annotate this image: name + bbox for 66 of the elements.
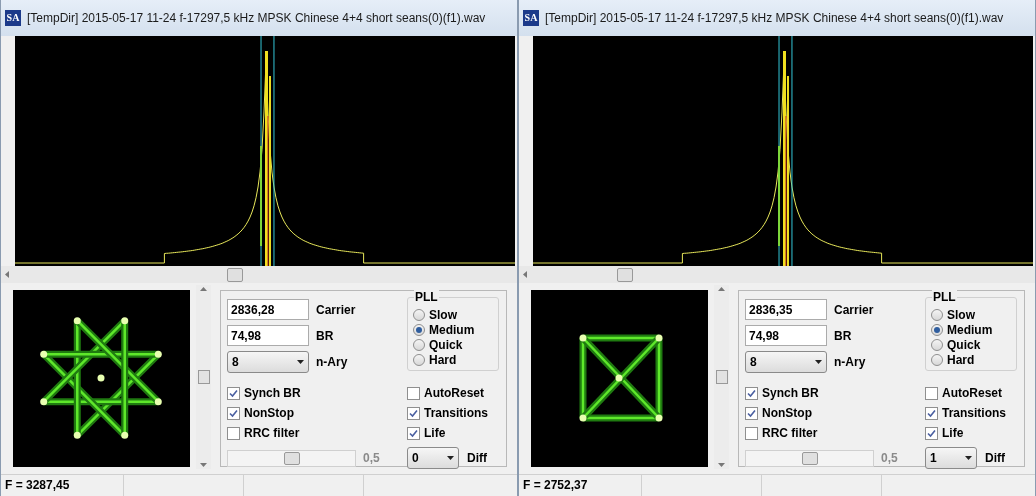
radio-option[interactable]: Quick [413,337,493,352]
scroll-thumb[interactable] [197,370,210,384]
group-title: PLL [932,290,957,304]
scroll-down-arrow-icon[interactable] [200,463,207,467]
number-field[interactable]: 74,98 [745,325,827,346]
scroll-thumb[interactable] [227,267,243,282]
app-logo: SA [523,10,539,26]
checkbox[interactable]: Life [407,423,499,443]
field-label: Carrier [316,301,356,319]
checkbox[interactable]: Synch BR [227,383,407,403]
scroll-thumb[interactable] [617,267,633,282]
scroll-left-arrow-icon[interactable] [523,271,527,278]
number-field[interactable]: 2836,35 [745,299,827,320]
checkbox[interactable]: RRC filter [745,423,925,443]
checkbox[interactable]: Transitions [407,403,499,423]
horizontal-scrollbar[interactable] [519,266,1035,283]
number-field[interactable]: 74,98 [227,325,309,346]
radio-option[interactable]: Hard [931,352,1011,367]
dropdown[interactable]: 1 [925,447,977,469]
checkbox[interactable]: AutoReset [925,383,1017,403]
slider-reading: 0,5 [881,450,898,467]
radio-option[interactable]: Medium [931,322,1011,337]
radio-option[interactable]: Slow [931,307,1011,322]
field-label: BR [834,327,852,345]
dropdown[interactable]: 8 [745,351,827,373]
checkbox[interactable]: Synch BR [745,383,925,403]
status-text: F = 2752,37 [519,475,642,496]
scroll-up-arrow-icon[interactable] [718,287,725,291]
caret-icon [297,360,304,364]
field-label: Diff [985,450,1005,467]
checkbox[interactable]: Life [925,423,1017,443]
level-slider[interactable] [227,449,356,467]
caret-icon [815,360,822,364]
field-label: n-Ary [316,354,348,371]
status-text: F = 3287,45 [1,475,124,496]
radio-option[interactable]: Medium [413,322,493,337]
scroll-up-arrow-icon[interactable] [200,287,207,291]
group-title: PLL [414,290,439,304]
scroll-thumb[interactable] [715,370,728,384]
radio-option[interactable]: Quick [931,337,1011,352]
radio-option[interactable]: Slow [413,307,493,322]
checkbox[interactable]: Transitions [925,403,1017,423]
window-title: [TempDir] 2015-05-17 11-24 f-17297,5 kHz MPSK Chinese 4+4 short seans(0)(f1).wav [545,10,1004,27]
vertical-scrollbar[interactable] [196,285,211,469]
field-label: n-Ary [834,354,866,371]
horizontal-scrollbar[interactable] [1,266,517,283]
scroll-down-arrow-icon[interactable] [718,463,725,467]
radio-option[interactable]: Hard [413,352,493,367]
window-title: [TempDir] 2015-05-17 11-24 f-17297,5 kHz MPSK Chinese 4+4 short seans(0)(f1).wav [27,10,486,27]
checkbox[interactable]: NonStop [745,403,925,423]
field-label: Carrier [834,301,874,319]
caret-icon [447,456,454,460]
field-label: Diff [467,450,487,467]
checkbox[interactable]: NonStop [227,403,407,423]
scroll-left-arrow-icon[interactable] [5,271,9,278]
app-logo: SA [5,10,21,26]
slider-reading: 0,5 [363,450,380,467]
checkbox[interactable]: AutoReset [407,383,499,403]
level-slider[interactable] [745,449,874,467]
caret-icon [965,456,972,460]
dropdown[interactable]: 8 [227,351,309,373]
dropdown[interactable]: 0 [407,447,459,469]
number-field[interactable]: 2836,28 [227,299,309,320]
vertical-scrollbar[interactable] [714,285,729,469]
checkbox[interactable]: RRC filter [227,423,407,443]
field-label: BR [316,327,334,345]
